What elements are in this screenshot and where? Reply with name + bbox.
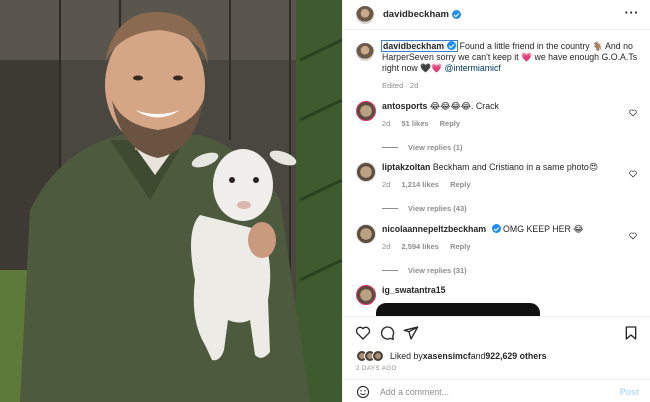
comment-age: 2d [382, 119, 391, 128]
post-time-ago: 2 DAYS AGO [356, 365, 397, 372]
comment-likes[interactable]: 51 likes [401, 119, 428, 128]
caption-avatar[interactable] [356, 43, 374, 61]
post-header: davidbeckham ··· [343, 0, 650, 30]
comment-age: 2d [382, 242, 391, 251]
comment-username[interactable]: liptakzoltan [382, 162, 430, 172]
liker-avatars [356, 350, 386, 362]
verified-badge-icon [447, 41, 457, 50]
verified-badge-icon [452, 10, 461, 19]
liked-by-prefix: Liked by [390, 351, 423, 361]
view-replies-button[interactable]: View replies (1) [382, 143, 641, 152]
caption-mention-link[interactable]: @intermiamicf [445, 63, 501, 73]
liked-by-count-link[interactable]: 922,629 others [485, 351, 546, 361]
comment-icon[interactable] [379, 325, 395, 341]
comment-likes[interactable]: 2,594 likes [401, 242, 439, 251]
post-comment-button[interactable]: Post [620, 387, 639, 397]
liked-by-mid: and [470, 351, 486, 361]
comment-item: antosports 😂😂😂😂. Crack 2d 51 likes Reply… [356, 101, 641, 152]
more-horizontal-icon[interactable]: ··· [625, 6, 640, 19]
like-heart-icon[interactable] [355, 325, 371, 341]
comment-item: liptakzoltan Beckham and Cristiano in a … [356, 162, 641, 213]
comments-scroll-area[interactable]: davidbeckham Found a little friend in th… [343, 31, 650, 316]
comment-text: 😂😂😂😂. Crack [429, 101, 499, 111]
avatar[interactable] [356, 5, 374, 24]
reply-button[interactable]: Reply [450, 242, 470, 251]
commenter-avatar[interactable] [356, 162, 376, 182]
post-actions: Liked by xasensimcf and 922,629 others 2… [343, 316, 650, 402]
commenter-avatar[interactable] [356, 224, 376, 244]
header-username[interactable]: davidbeckham [383, 9, 449, 20]
comment-text: OMG KEEP HER 😂 [503, 224, 584, 234]
add-comment-input[interactable] [380, 386, 600, 397]
comment-text: Beckham and Cristiano in a same photo😍 [432, 162, 599, 172]
post-side-panel: davidbeckham ··· davidbeckham Found a li… [342, 0, 650, 402]
commenter-avatar[interactable] [356, 101, 376, 121]
comment-username[interactable]: ig_swatantra15 [382, 285, 446, 295]
comment-username[interactable]: antosports [382, 101, 427, 111]
comment-likes[interactable]: 1,214 likes [401, 180, 439, 189]
instagram-post-modal: davidbeckham ··· davidbeckham Found a li… [0, 0, 650, 402]
comment-age: 2d [382, 180, 391, 189]
photo-illustration [0, 0, 342, 402]
add-comment-bar: Post [343, 379, 650, 402]
caption-meta: Edited · 2d [382, 81, 419, 90]
commenter-avatar[interactable] [356, 285, 376, 305]
comment-item: ig_swatantra15 [356, 285, 641, 305]
new-posts-pill[interactable] [376, 303, 540, 316]
share-icon[interactable] [403, 325, 419, 341]
caption-username[interactable]: davidbeckham [380, 40, 459, 52]
comment-username[interactable]: nicolaannepeltzbeckham [382, 224, 486, 234]
reply-button[interactable]: Reply [450, 180, 470, 189]
post-caption: davidbeckham Found a little friend in th… [356, 40, 641, 91]
comment-item: nicolaannepeltzbeckham OMG KEEP HER 😂 2d… [356, 224, 641, 275]
liked-by-user-link[interactable]: xasensimcf [423, 351, 471, 361]
view-replies-button[interactable]: View replies (43) [382, 204, 641, 213]
emoji-icon[interactable] [356, 385, 370, 399]
view-replies-button[interactable]: View replies (31) [382, 266, 641, 275]
post-photo[interactable] [0, 0, 342, 402]
heart-icon[interactable] [629, 232, 637, 240]
reply-button[interactable]: Reply [440, 119, 460, 128]
verified-badge-icon [491, 224, 501, 233]
bookmark-icon[interactable] [623, 325, 639, 341]
likes-summary: Liked by xasensimcf and 922,629 others [356, 350, 547, 362]
heart-icon[interactable] [629, 109, 637, 117]
heart-icon[interactable] [629, 170, 637, 178]
